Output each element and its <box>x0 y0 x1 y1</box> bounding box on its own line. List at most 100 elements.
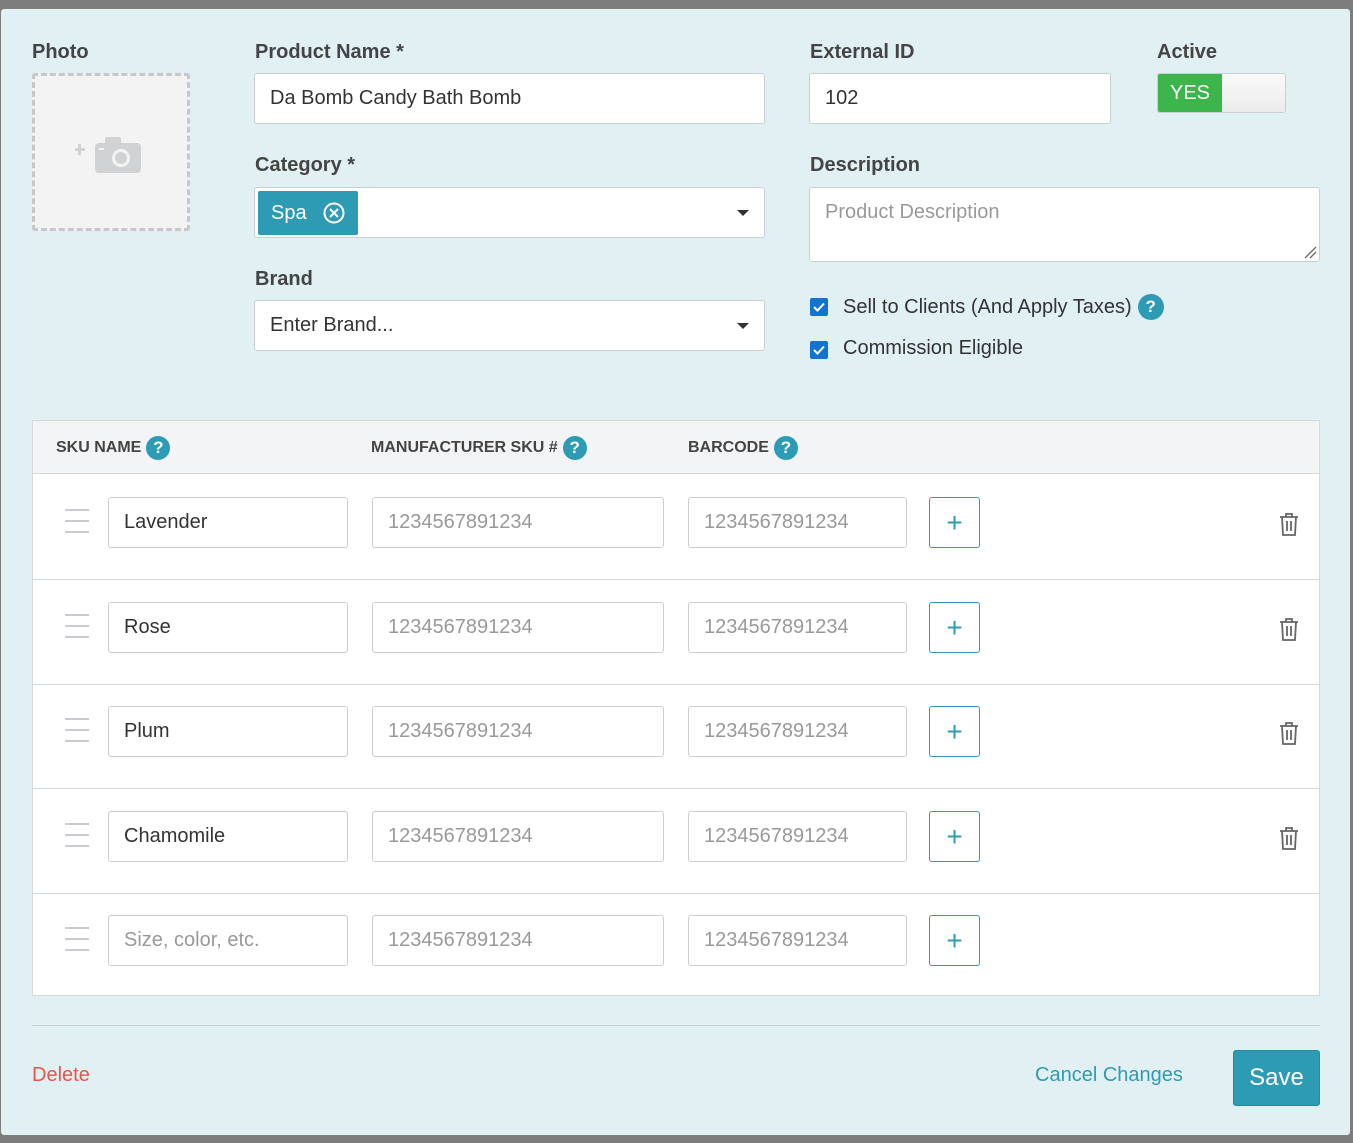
active-toggle[interactable]: YES <box>1157 73 1286 113</box>
drag-handle-icon[interactable] <box>65 823 89 849</box>
trash-icon[interactable] <box>1277 616 1301 642</box>
brand-dropdown-caret-icon[interactable] <box>737 322 749 329</box>
add-barcode-button[interactable]: + <box>929 602 980 653</box>
barcode-input[interactable]: 1234567891234 <box>688 602 907 653</box>
sell-to-clients-checkbox[interactable] <box>810 298 828 316</box>
manufacturer-sku-input[interactable]: 1234567891234 <box>372 811 664 862</box>
manufacturer-sku-placeholder: 1234567891234 <box>388 825 533 847</box>
remove-tag-icon[interactable] <box>323 202 345 224</box>
sku-row: Plum 1234567891234 1234567891234 + <box>33 684 1319 789</box>
product-name-input[interactable]: Da Bomb Candy Bath Bomb <box>254 73 765 124</box>
product-edit-modal: Photo Product Name * Da Bomb Candy Bath … <box>1 9 1350 1135</box>
drag-handle-icon[interactable] <box>65 718 89 744</box>
sku-name-value: Rose <box>124 616 171 638</box>
sku-row: Chamomile 1234567891234 1234567891234 + <box>33 789 1319 894</box>
barcode-header-label: BARCODE <box>688 438 769 456</box>
manufacturer-sku-placeholder: 1234567891234 <box>388 511 533 533</box>
barcode-help-icon[interactable]: ? <box>773 435 798 460</box>
barcode-input[interactable]: 1234567891234 <box>688 915 907 966</box>
brand-select[interactable]: Enter Brand... <box>254 300 765 351</box>
barcode-input[interactable]: 1234567891234 <box>688 811 907 862</box>
photo-upload-area[interactable] <box>32 73 190 231</box>
barcode-header: BARCODE ? <box>688 421 798 474</box>
barcode-placeholder: 1234567891234 <box>704 929 849 951</box>
manufacturer-sku-help-icon[interactable]: ? <box>562 435 587 460</box>
barcode-placeholder: 1234567891234 <box>704 720 849 742</box>
manufacturer-sku-header: MANUFACTURER SKU # ? <box>371 421 587 474</box>
commission-eligible-label: Commission Eligible <box>843 337 1024 359</box>
sku-table-header: SKU NAME ? MANUFACTURER SKU # ? BARCODE … <box>33 421 1319 474</box>
manufacturer-sku-placeholder: 1234567891234 <box>388 929 533 951</box>
manufacturer-sku-header-label: MANUFACTURER SKU # <box>371 438 558 456</box>
active-label: Active <box>1157 41 1218 63</box>
product-name-value: Da Bomb Candy Bath Bomb <box>270 87 522 109</box>
drag-handle-icon[interactable] <box>65 509 89 535</box>
external-id-label: External ID <box>810 41 915 63</box>
sku-name-help-icon[interactable]: ? <box>146 435 171 460</box>
brand-label: Brand <box>255 268 313 290</box>
category-label: Category * <box>255 154 356 176</box>
brand-placeholder: Enter Brand... <box>270 314 394 336</box>
external-id-input[interactable]: 102 <box>809 73 1111 124</box>
manufacturer-sku-input[interactable]: 1234567891234 <box>372 706 664 757</box>
barcode-input[interactable]: 1234567891234 <box>688 706 907 757</box>
toggle-yes-state: YES <box>1158 74 1222 112</box>
drag-handle-icon[interactable] <box>65 927 89 953</box>
category-select[interactable]: Spa <box>254 187 765 238</box>
sell-to-clients-label: Sell to Clients (And Apply Taxes) <box>843 295 1132 318</box>
description-textarea[interactable]: Product Description <box>809 187 1320 262</box>
add-photo-icon <box>75 137 141 173</box>
category-tag: Spa <box>258 191 358 235</box>
barcode-placeholder: 1234567891234 <box>704 825 849 847</box>
barcode-placeholder: 1234567891234 <box>704 511 849 533</box>
sku-row: Rose 1234567891234 1234567891234 + <box>33 580 1319 685</box>
add-barcode-button[interactable]: + <box>929 497 980 548</box>
sku-name-input[interactable]: Rose <box>108 602 348 653</box>
category-tag-label: Spa <box>271 201 307 224</box>
save-button[interactable]: Save <box>1233 1050 1320 1106</box>
description-label: Description <box>810 154 921 176</box>
check-icon <box>813 345 825 355</box>
add-barcode-button[interactable]: + <box>929 915 980 966</box>
sku-name-input[interactable]: Plum <box>108 706 348 757</box>
manufacturer-sku-input[interactable]: 1234567891234 <box>372 602 664 653</box>
footer-divider <box>32 1025 1320 1026</box>
sell-to-clients-help-icon[interactable]: ? <box>1137 294 1164 320</box>
check-icon <box>813 302 825 312</box>
product-name-label: Product Name * <box>255 41 404 63</box>
drag-handle-icon[interactable] <box>65 614 89 640</box>
add-barcode-button[interactable]: + <box>929 811 980 862</box>
sku-table: SKU NAME ? MANUFACTURER SKU # ? BARCODE … <box>32 420 1320 996</box>
manufacturer-sku-input[interactable]: 1234567891234 <box>372 497 664 548</box>
sell-to-clients-option: Sell to Clients (And Apply Taxes) ? <box>843 294 1164 320</box>
sku-name-header: SKU NAME ? <box>56 421 171 474</box>
delete-link[interactable]: Delete <box>32 1064 90 1087</box>
commission-eligible-checkbox[interactable] <box>810 341 828 359</box>
category-dropdown-caret-icon[interactable] <box>737 209 749 216</box>
sku-name-header-label: SKU NAME <box>56 438 142 456</box>
toggle-knob <box>1222 74 1285 112</box>
barcode-placeholder: 1234567891234 <box>704 616 849 638</box>
sku-name-input[interactable]: Chamomile <box>108 811 348 862</box>
sku-row: Lavender 1234567891234 1234567891234 + <box>33 475 1319 580</box>
barcode-input[interactable]: 1234567891234 <box>688 497 907 548</box>
photo-label: Photo <box>32 41 89 63</box>
sku-new-row: Size, color, etc. 1234567891234 12345678… <box>33 893 1319 998</box>
sku-name-input[interactable]: Lavender <box>108 497 348 548</box>
description-placeholder: Product Description <box>825 201 1000 223</box>
sku-name-placeholder: Size, color, etc. <box>124 929 260 951</box>
manufacturer-sku-placeholder: 1234567891234 <box>388 720 533 742</box>
external-id-value: 102 <box>825 87 859 109</box>
add-barcode-button[interactable]: + <box>929 706 980 757</box>
trash-icon[interactable] <box>1277 511 1301 537</box>
trash-icon[interactable] <box>1277 720 1301 746</box>
sku-name-value: Lavender <box>124 511 208 533</box>
trash-icon[interactable] <box>1277 825 1301 851</box>
sku-name-value: Chamomile <box>124 825 226 847</box>
cancel-changes-link[interactable]: Cancel Changes <box>1035 1064 1183 1087</box>
sku-name-value: Plum <box>124 720 170 742</box>
sku-name-input[interactable]: Size, color, etc. <box>108 915 348 966</box>
manufacturer-sku-input[interactable]: 1234567891234 <box>372 915 664 966</box>
resize-handle-icon[interactable] <box>1303 245 1317 259</box>
manufacturer-sku-placeholder: 1234567891234 <box>388 616 533 638</box>
